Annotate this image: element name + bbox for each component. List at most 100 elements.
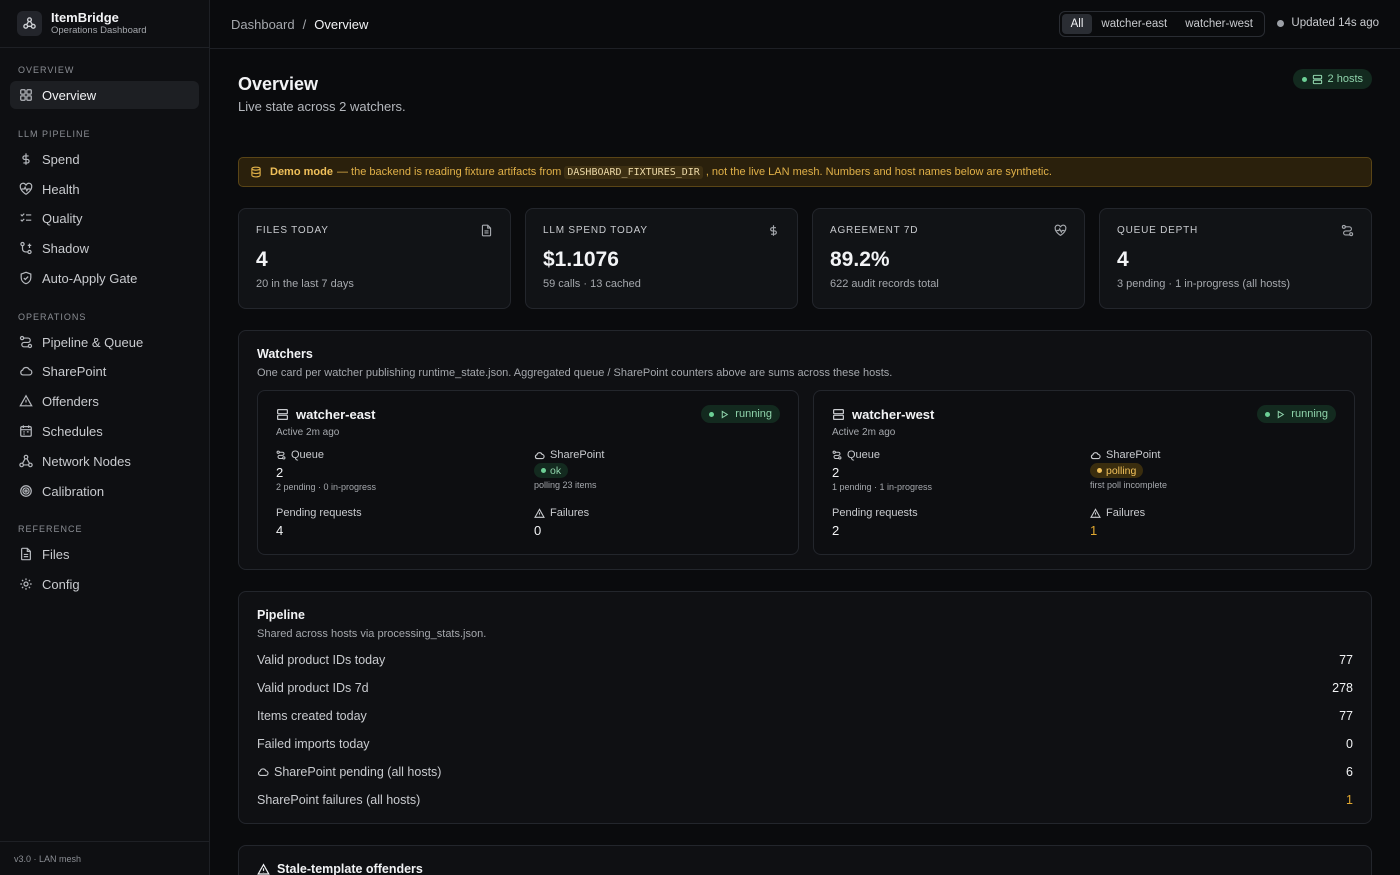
nav-item-sharepoint[interactable]: SharePoint [10, 357, 199, 385]
nav-item-network-nodes[interactable]: Network Nodes [10, 447, 199, 475]
host-filter-watcher-east[interactable]: watcher-east [1092, 14, 1176, 34]
pipeline-row-label: Items created today [257, 709, 367, 723]
gear-icon [20, 578, 32, 590]
route-icon [19, 335, 33, 349]
sidebar: ItemBridge Operations Dashboard OVERVIEW… [0, 0, 210, 875]
kpi-files-today: FILES TODAY 4 20 in the last 7 days [238, 208, 511, 309]
nav-item-spend[interactable]: Spend [10, 145, 199, 173]
nav-item-files[interactable]: Files [10, 540, 199, 568]
watcher-card-west[interactable]: watcher-west Active 2m ago running Queue… [813, 390, 1355, 555]
watcher-name: watcher-east [276, 407, 375, 422]
nav-item-label: Calibration [42, 483, 105, 499]
pipeline-panel: Pipeline Shared across hosts via process… [238, 591, 1372, 824]
kpi-subtext: 20 in the last 7 days [256, 278, 354, 290]
grid-icon [20, 89, 32, 101]
watcher-active: Active 2m ago [832, 427, 896, 438]
nav-item-label: Files [42, 546, 70, 562]
nav-item-auto-apply-gate[interactable]: Auto-Apply Gate [10, 264, 199, 292]
watcher-status-badge: running [1257, 405, 1336, 423]
network-icon [19, 454, 33, 468]
sharepoint-status: ok [550, 464, 562, 477]
nav-item-calibration[interactable]: Calibration [10, 477, 199, 505]
nav-item-pipeline-queue[interactable]: Pipeline & Queue [10, 328, 199, 356]
demo-env-var: DASHBOARD_FIXTURES_DIR [564, 165, 703, 179]
watcher-pending-requests: Pending requests 2 [832, 507, 918, 538]
demo-mode-label: Demo mode [270, 166, 333, 178]
pipeline-title: Pipeline [257, 608, 305, 622]
hosts-badge-label: 2 hosts [1327, 73, 1363, 85]
nav-item-label: Network Nodes [42, 453, 131, 469]
watcher-card-east[interactable]: watcher-east Active 2m ago running Queue… [257, 390, 799, 555]
sharepoint-status-chip: polling [1090, 463, 1144, 478]
kpi-queue-depth: QUEUE DEPTH 4 3 pending · 1 in-progress … [1099, 208, 1372, 309]
host-filter-all[interactable]: All [1061, 14, 1093, 34]
pending-value: 2 [832, 523, 840, 538]
brand[interactable]: ItemBridge Operations Dashboard [0, 0, 209, 48]
watcher-failures: Failures 1 [1090, 507, 1145, 538]
status-dot-icon [1301, 76, 1307, 82]
kpi-label: AGREEMENT 7D [830, 225, 919, 236]
database-icon [251, 166, 261, 178]
page-subtitle: Live state across 2 watchers. [238, 99, 406, 114]
nav-item-overview[interactable]: Overview [10, 81, 199, 109]
nav-section-operations: OPERATIONS [18, 312, 87, 322]
warning-icon [19, 394, 33, 407]
nav-item-health[interactable]: Health [10, 175, 199, 203]
cloud-icon [534, 451, 545, 459]
kpi-label: QUEUE DEPTH [1117, 225, 1199, 236]
host-filter-watcher-west[interactable]: watcher-west [1176, 14, 1262, 34]
pending-value: 4 [276, 523, 284, 538]
play-icon [1278, 410, 1285, 418]
offenders-title-label: Stale-template offenders [277, 862, 423, 875]
pipeline-row: Valid product IDs 7d 278 [257, 678, 1353, 698]
pipeline-row-label: SharePoint failures (all hosts) [257, 793, 421, 807]
watcher-status-badge: running [701, 405, 780, 423]
kpi-value: 4 [256, 248, 268, 271]
breadcrumb: Dashboard / Overview [231, 17, 368, 32]
nav-item-schedules[interactable]: Schedules [10, 417, 199, 445]
failures-label: Failures [550, 507, 590, 519]
nav-item-shadow[interactable]: Shadow [10, 234, 199, 262]
nav-item-config[interactable]: Config [10, 570, 199, 598]
demo-text-before: — the backend is reading fixture artifac… [336, 166, 562, 178]
shield-check-icon [20, 271, 32, 285]
nav-item-label: SharePoint [42, 363, 107, 379]
heart-pulse-icon [1054, 224, 1067, 237]
pipeline-row: SharePoint pending (all hosts) 6 [257, 762, 1353, 782]
watcher-name-label: watcher-east [296, 407, 376, 422]
nav-item-quality[interactable]: Quality [10, 204, 199, 232]
target-icon [20, 485, 32, 497]
pipeline-row-value: 278 [1332, 681, 1353, 695]
watcher-name: watcher-west [832, 407, 934, 422]
nav-item-label: Auto-Apply Gate [42, 270, 138, 286]
status-dot-icon [1265, 411, 1271, 417]
sharepoint-status-chip: ok [534, 463, 569, 478]
kpi-value: 4 [1117, 248, 1129, 271]
pipeline-row-value: 0 [1346, 737, 1353, 751]
offenders-panel: Stale-template offenders [238, 845, 1372, 875]
sharepoint-label: SharePoint [1106, 449, 1161, 461]
file-icon [21, 547, 31, 561]
cloud-icon [20, 366, 33, 376]
file-icon [481, 224, 492, 237]
kpi-value: 89.2% [830, 248, 890, 271]
queue-label: Queue [847, 449, 881, 461]
host-filter: All watcher-east watcher-west [1058, 11, 1265, 37]
cloud-icon [258, 768, 269, 776]
sharepoint-subtext: polling 23 items [534, 480, 597, 490]
warning-icon [257, 862, 270, 875]
brand-name: ItemBridge [51, 10, 119, 25]
pipeline-row: Failed imports today 0 [257, 734, 1353, 754]
kpi-value: $1.1076 [543, 248, 619, 271]
sidebar-footer: v3.0 · LAN mesh [0, 841, 210, 875]
pipeline-subtitle: Shared across hosts via processing_stats… [257, 628, 487, 640]
dollar-icon [22, 153, 30, 165]
pipeline-row-value: 1 [1346, 793, 1353, 807]
demo-mode-banner: Demo mode — the backend is reading fixtu… [238, 157, 1372, 187]
page-title: Overview [238, 74, 319, 94]
server-icon [277, 409, 288, 420]
nav-item-offenders[interactable]: Offenders [10, 387, 199, 415]
breadcrumb-root[interactable]: Dashboard [231, 17, 295, 32]
nav-item-label: Health [42, 181, 80, 197]
queue-subtext: 1 pending · 1 in-progress [832, 482, 933, 492]
